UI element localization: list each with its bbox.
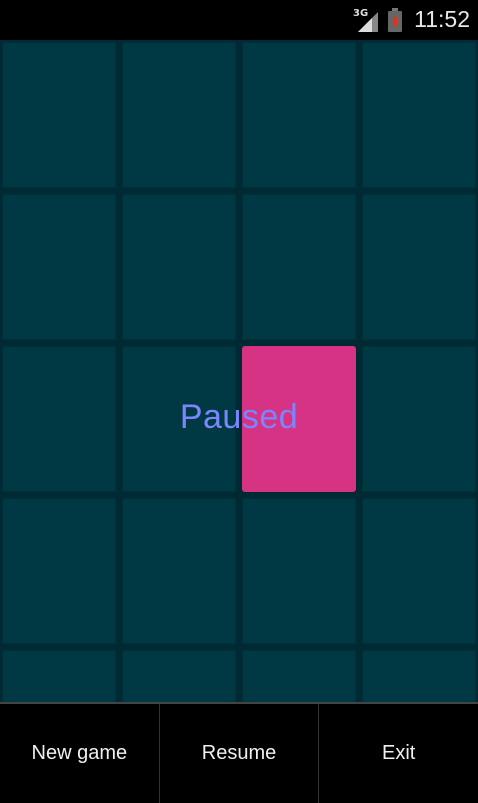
tile[interactable]	[362, 650, 476, 702]
battery-icon	[388, 8, 402, 32]
paused-label: Paused	[179, 398, 299, 436]
clock: 11:52	[414, 6, 470, 32]
tile[interactable]	[122, 42, 236, 188]
tile[interactable]	[2, 650, 116, 702]
exit-button[interactable]: Exit	[319, 704, 478, 803]
tile[interactable]	[362, 194, 476, 340]
tile[interactable]	[242, 650, 356, 702]
tile[interactable]	[362, 42, 476, 188]
tile[interactable]	[362, 498, 476, 644]
tile[interactable]	[2, 194, 116, 340]
tile[interactable]	[122, 498, 236, 644]
options-menu: New game Resume Exit	[0, 702, 478, 803]
signal-strength-icon	[358, 12, 378, 32]
game-board[interactable]	[0, 40, 478, 702]
new-game-button[interactable]: New game	[0, 704, 160, 803]
tile[interactable]	[242, 42, 356, 188]
resume-button[interactable]: Resume	[160, 704, 320, 803]
tile[interactable]	[122, 194, 236, 340]
tile[interactable]	[2, 498, 116, 644]
tile[interactable]	[242, 498, 356, 644]
status-bar: 3G 11:52	[0, 0, 478, 40]
tile[interactable]	[242, 194, 356, 340]
tile[interactable]	[122, 650, 236, 702]
tile[interactable]	[2, 42, 116, 188]
